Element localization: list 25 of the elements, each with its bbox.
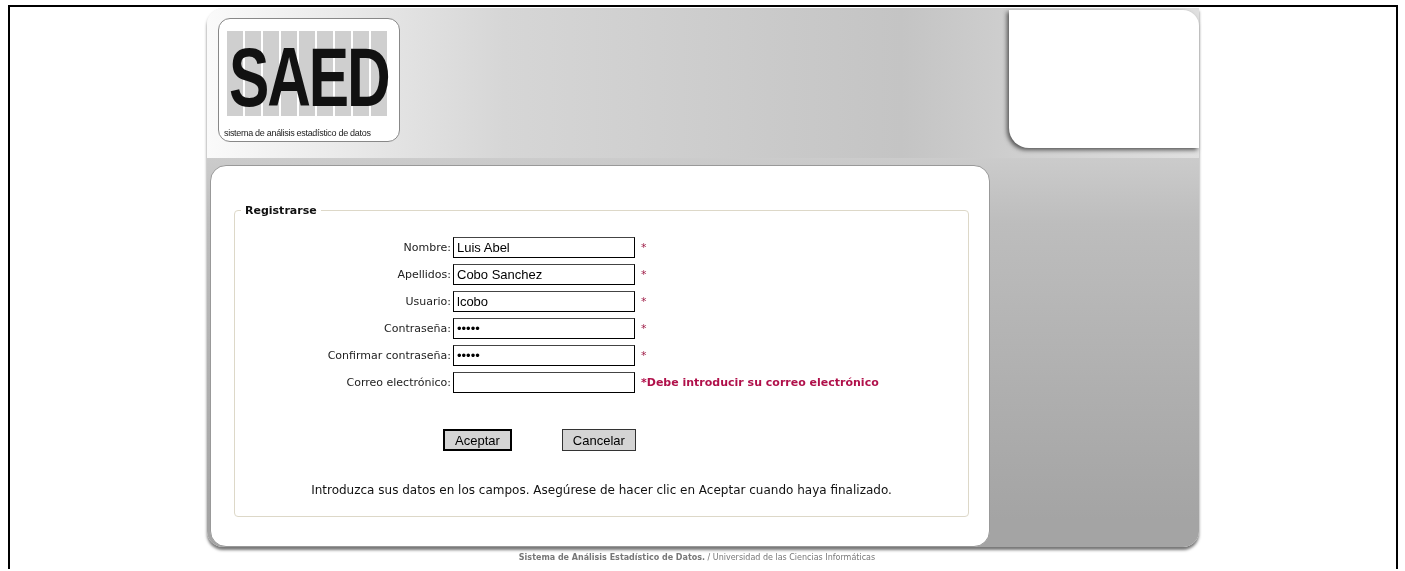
input-field[interactable]: Luis Abel <box>453 237 635 258</box>
required-mark: * <box>641 349 647 362</box>
form-button[interactable]: Aceptar <box>443 429 512 451</box>
logo-title: SAED <box>229 35 389 119</box>
required-mark: * <box>641 295 647 308</box>
field-label: Contraseña: <box>383 322 452 335</box>
required-mark: * <box>641 241 647 254</box>
instruction-text: Introduzca sus datos en los campos. Asegúrese de hacer clic en Aceptar cuando haya finalizado. <box>310 483 893 497</box>
input-field[interactable]: ••••• <box>453 345 635 366</box>
input-field[interactable]: Cobo Sanchez <box>453 264 635 285</box>
logo-subtitle: sistema de análisis estadístico de datos <box>224 128 371 138</box>
input-field[interactable]: ••••• <box>453 318 635 339</box>
field-label: Correo electrónico: <box>345 376 452 389</box>
footer-text: Sistema de Análisis Estadístico de Datos. / Universidad de las Ciencias Informáticas <box>518 553 876 562</box>
required-mark: * <box>641 268 647 281</box>
field-label: Apellidos: <box>396 268 452 281</box>
input-field[interactable] <box>453 372 635 393</box>
form-button[interactable]: Cancelar <box>561 429 636 451</box>
field-label: Confirmar contraseña: <box>326 349 452 362</box>
form-legend: Registrarse <box>241 204 321 217</box>
required-mark: * <box>641 322 647 335</box>
field-label: Usuario: <box>404 295 452 308</box>
error-message: *Debe introducir su correo electrónico <box>641 376 879 389</box>
input-field[interactable]: lcobo <box>453 291 635 312</box>
field-label: Nombre: <box>402 241 452 254</box>
